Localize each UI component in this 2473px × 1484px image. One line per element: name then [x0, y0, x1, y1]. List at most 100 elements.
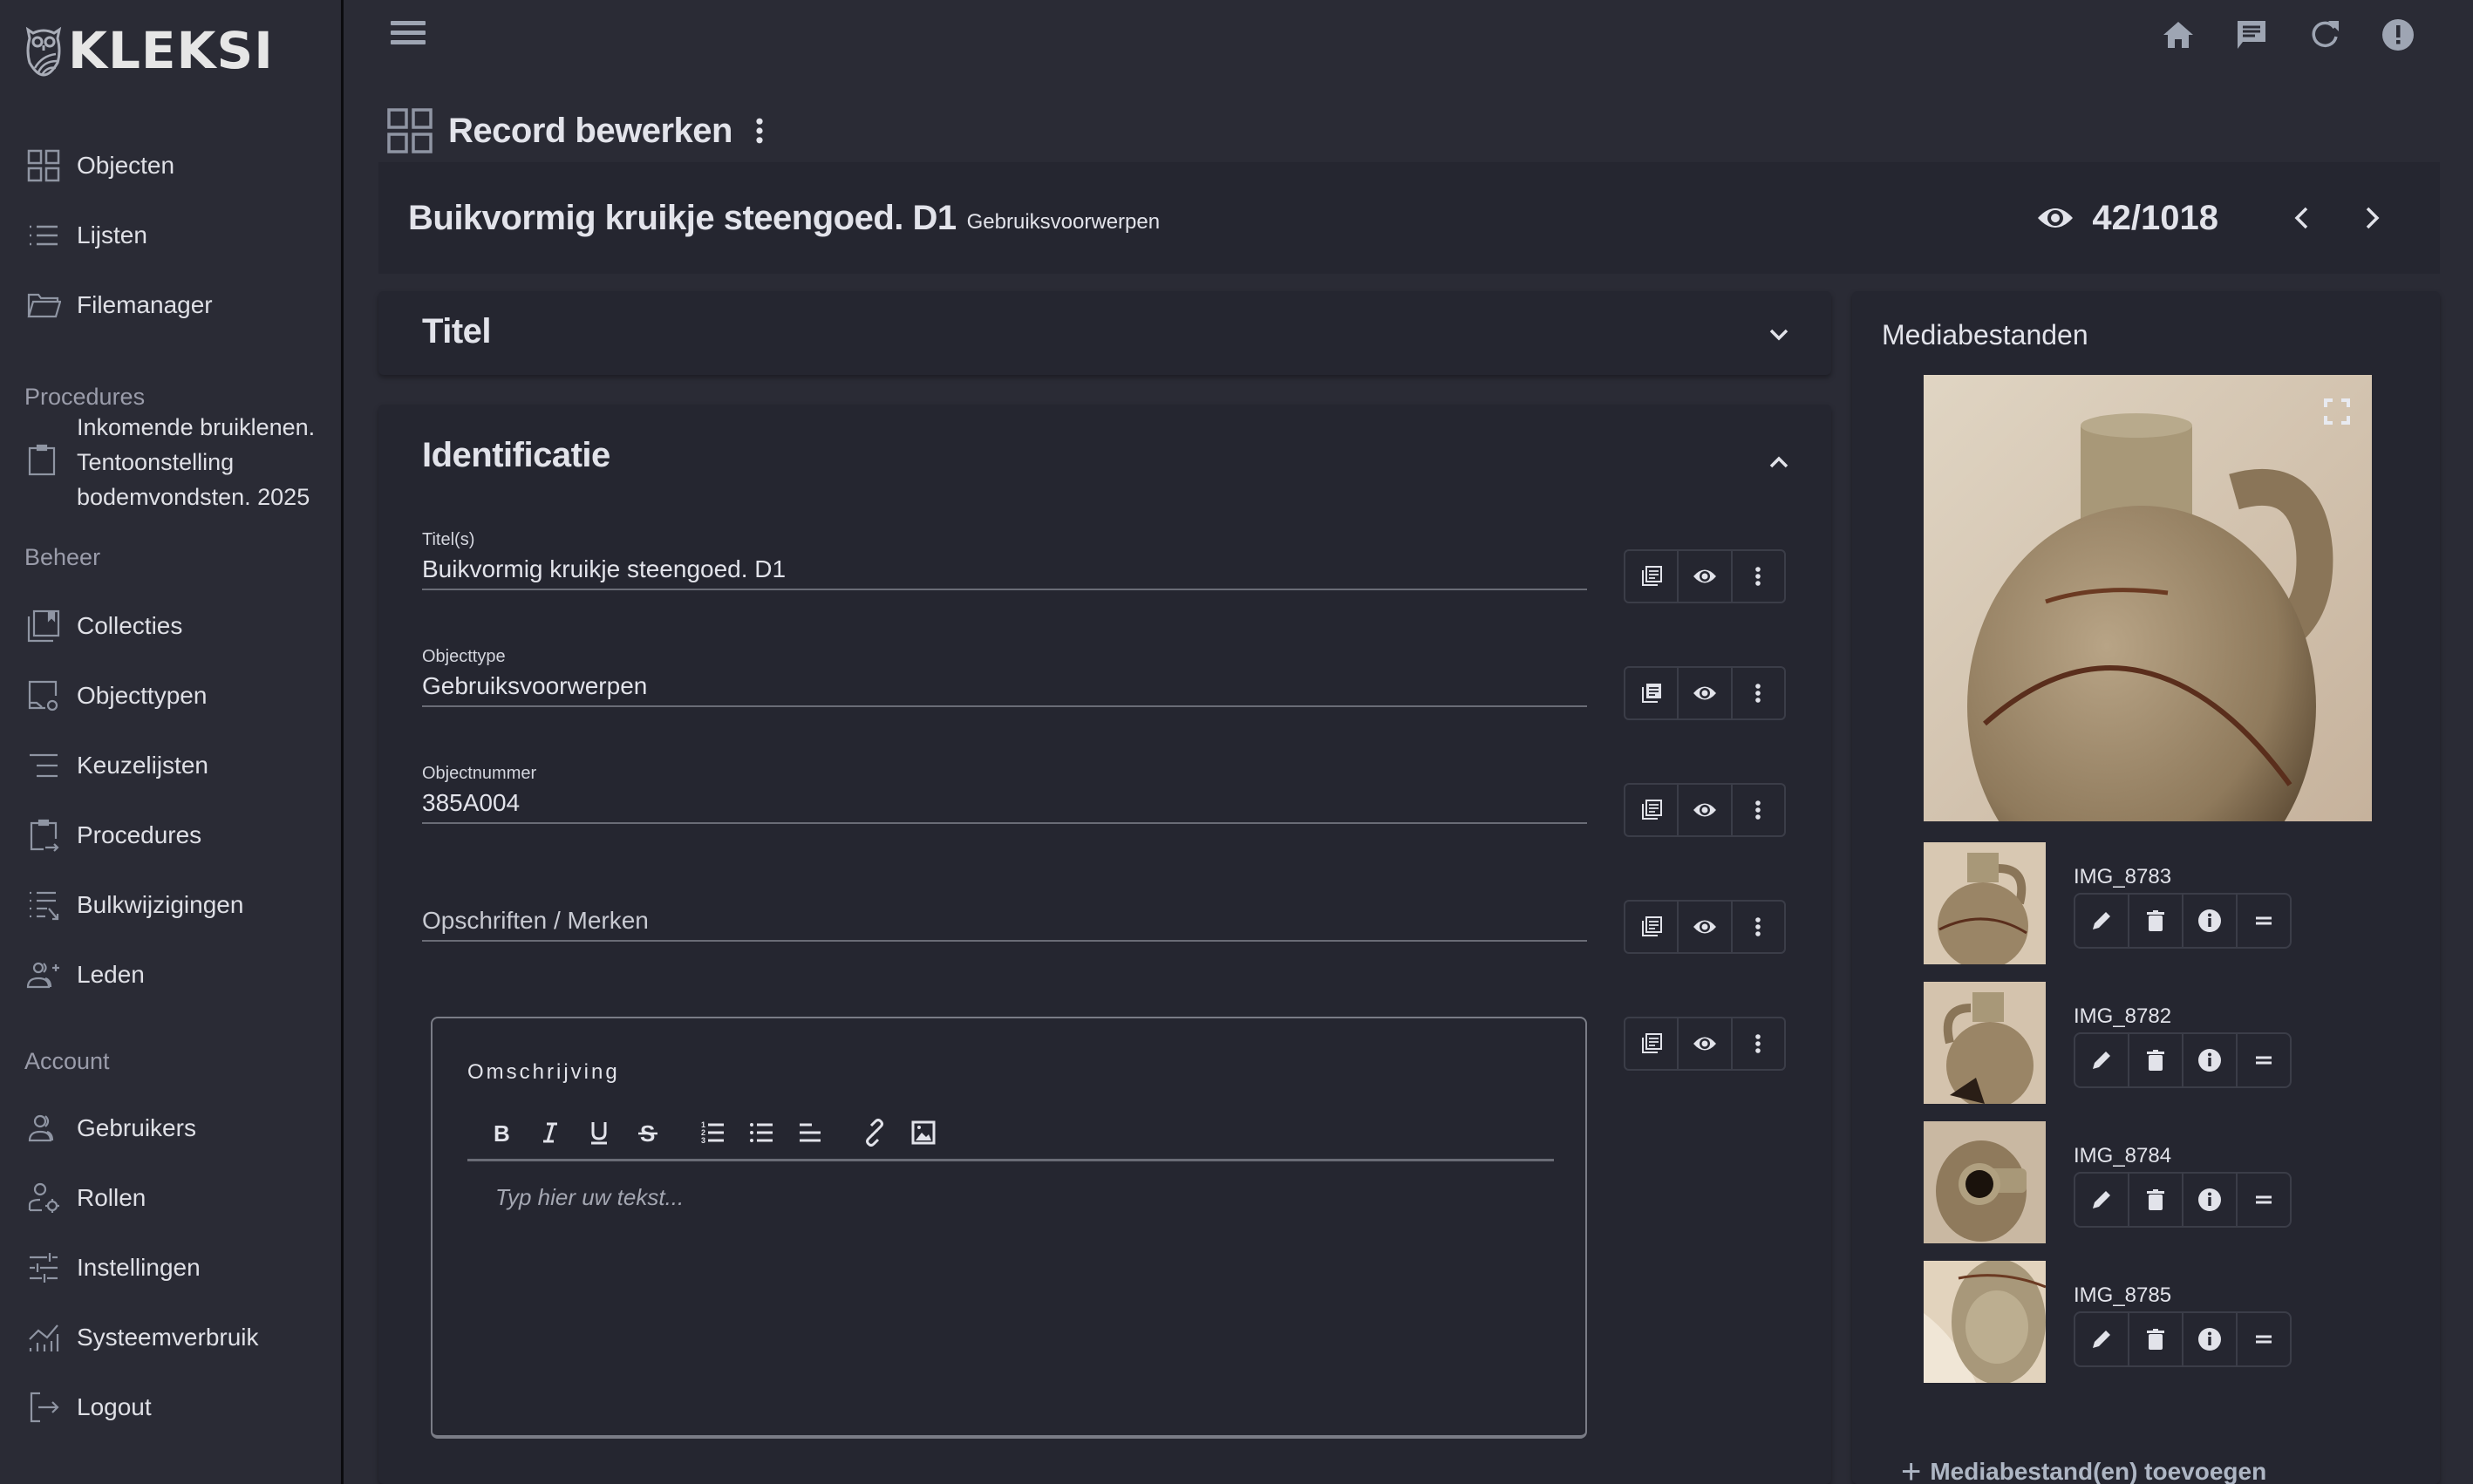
underline-button[interactable] [584, 1118, 614, 1147]
more-button[interactable] [1733, 551, 1784, 602]
next-record-button[interactable] [2356, 202, 2388, 234]
bullet-list-icon [750, 1122, 773, 1142]
drag-media-handle[interactable] [2238, 1313, 2290, 1365]
sidebar-item-gebruikers[interactable]: Gebruikers [24, 1102, 330, 1154]
media-thumbnail[interactable] [1924, 1121, 2046, 1243]
sidebar-item-label: Filemanager [77, 291, 213, 318]
page-options-button[interactable] [746, 112, 773, 150]
edit-media-button[interactable] [2075, 895, 2129, 947]
visibility-button[interactable] [1679, 668, 1733, 718]
history-button[interactable] [1625, 902, 1679, 952]
edit-media-button[interactable] [2075, 1313, 2129, 1365]
drag-media-handle[interactable] [2238, 895, 2290, 947]
media-info-button[interactable] [2183, 1034, 2238, 1086]
objecttype-input[interactable]: Gebruiksvoorwerpen [422, 672, 1587, 707]
more-button[interactable] [1733, 785, 1784, 835]
eye-icon [1693, 569, 1716, 583]
sidebar-item-procedures[interactable]: Procedures [24, 809, 330, 861]
delete-media-button[interactable] [2129, 1034, 2183, 1086]
hamburger-icon [391, 21, 426, 25]
sidebar-item-keuzelijsten[interactable]: Keuzelijsten [24, 739, 330, 792]
page-title: Record bewerken [448, 111, 732, 150]
more-button[interactable] [1733, 902, 1784, 952]
more-button[interactable] [1733, 668, 1784, 718]
add-media-button[interactable]: + Mediabestand(en) toevoegen [1901, 1454, 2266, 1484]
history-button[interactable] [1625, 668, 1679, 718]
media-thumbnail[interactable] [1924, 982, 2046, 1104]
media-thumbnail[interactable] [1924, 842, 2046, 964]
messages-button[interactable] [2234, 17, 2269, 52]
sidebar-item-logout[interactable]: Logout [24, 1381, 330, 1433]
fullscreen-icon[interactable] [2323, 398, 2351, 425]
eye-icon[interactable] [2036, 199, 2074, 237]
objectnummer-input[interactable]: 385A004 [422, 789, 1587, 824]
more-button[interactable] [1733, 1018, 1784, 1069]
pencil-icon [2093, 912, 2110, 929]
home-button[interactable] [2161, 17, 2196, 52]
delete-media-button[interactable] [2129, 1174, 2183, 1226]
refresh-button[interactable] [2307, 17, 2342, 52]
sidebar-item-label: Lijsten [77, 221, 147, 248]
menu-toggle-button[interactable] [391, 21, 426, 49]
media-info-button[interactable] [2183, 1313, 2238, 1365]
notes-icon [1641, 916, 1662, 936]
opschriften-input[interactable]: Opschriften / Merken [422, 907, 1587, 942]
sidebar-item-lijsten[interactable]: Lijsten [24, 209, 330, 262]
field-actions [1624, 783, 1786, 837]
link-button[interactable] [860, 1118, 889, 1147]
delete-media-button[interactable] [2129, 895, 2183, 947]
media-item: IMG_8782 [1924, 982, 2447, 1104]
sidebar-item-collecties[interactable]: Collecties [24, 600, 330, 652]
media-info-button[interactable] [2183, 895, 2238, 947]
media-thumbnail[interactable] [1924, 1261, 2046, 1383]
sidebar-item-bulkwijzigingen[interactable]: Bulkwijzigingen [24, 879, 330, 931]
alerts-button[interactable] [2381, 17, 2415, 52]
visibility-button[interactable] [1679, 1018, 1733, 1069]
procedure-name: Inkomende bruiklenen. Tentoonstelling bo… [77, 410, 315, 514]
delete-media-button[interactable] [2129, 1313, 2183, 1365]
history-button[interactable] [1625, 785, 1679, 835]
sidebar-item-objecten[interactable]: Objecten [24, 140, 330, 192]
media-preview[interactable] [1924, 375, 2372, 821]
image-button[interactable] [909, 1118, 938, 1147]
previous-record-button[interactable] [2286, 202, 2318, 234]
titles-input[interactable]: Buikvormig kruikje steengoed. D1 [422, 555, 1587, 590]
strikethrough-button[interactable]: S [633, 1118, 663, 1147]
drag-media-handle[interactable] [2238, 1034, 2290, 1086]
bulk-edit-icon [24, 886, 63, 924]
bold-button[interactable]: B [487, 1118, 516, 1147]
sidebar-item-systeemverbruik[interactable]: Systeemverbruik [24, 1311, 330, 1364]
history-button[interactable] [1625, 1018, 1679, 1069]
sidebar-item-rollen[interactable]: Rollen [24, 1172, 330, 1224]
history-button[interactable] [1625, 551, 1679, 602]
align-left-button[interactable] [795, 1118, 825, 1147]
edit-media-button[interactable] [2075, 1034, 2129, 1086]
section-titel[interactable]: Titel [378, 291, 1831, 375]
page-header: Record bewerken [387, 108, 773, 153]
trash-icon [2147, 1050, 2164, 1071]
italic-button[interactable] [535, 1118, 565, 1147]
logout-icon [24, 1388, 63, 1426]
media-info-button[interactable] [2183, 1174, 2238, 1226]
procedure-name-line: Inkomende bruiklenen. [77, 414, 316, 440]
visibility-button[interactable] [1679, 902, 1733, 952]
sidebar-item-objecttypen[interactable]: Objecttypen [24, 670, 330, 722]
description-textarea[interactable]: Typ hier uw tekst... [495, 1184, 1542, 1411]
chevron-down-icon[interactable] [1763, 319, 1795, 351]
sidebar-item-filemanager[interactable]: Filemanager [24, 279, 330, 331]
description-editor: Omschrijving B S 123 Typ hier uw tekst..… [431, 1017, 1587, 1439]
edit-media-button[interactable] [2075, 1174, 2129, 1226]
drag-media-handle[interactable] [2238, 1174, 2290, 1226]
ordered-list-button[interactable]: 123 [698, 1118, 727, 1147]
notes-icon [1641, 566, 1662, 586]
logo[interactable]: KLEKSI [24, 24, 274, 77]
sidebar-item-instellingen[interactable]: Instellingen [24, 1242, 330, 1294]
bullet-list-button[interactable] [746, 1118, 776, 1147]
notes-icon [1641, 1033, 1662, 1053]
visibility-button[interactable] [1679, 551, 1733, 602]
visibility-button[interactable] [1679, 785, 1733, 835]
field-label: Titel(s) [422, 530, 475, 549]
sidebar-item-procedure-active[interactable]: Inkomende bruiklenen. Tentoonstelling bo… [24, 410, 330, 514]
sidebar-item-leden[interactable]: Leden [24, 949, 330, 1001]
chevron-up-icon[interactable] [1763, 446, 1795, 478]
